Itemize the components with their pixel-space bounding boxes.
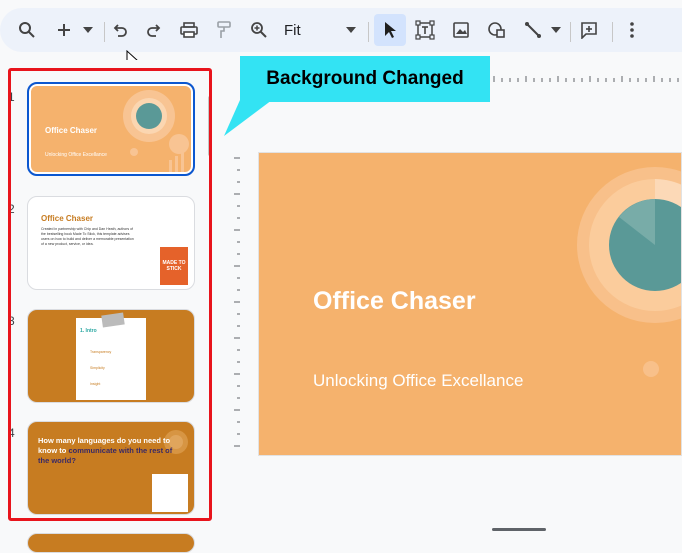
horizontal-ruler — [493, 76, 679, 82]
note-item: Transparency — [90, 350, 112, 354]
zoom-label: Fit — [284, 21, 301, 39]
toolbar-divider — [368, 22, 369, 42]
slide-thumbnail-5[interactable] — [27, 533, 195, 553]
line-dropdown-icon[interactable] — [548, 14, 564, 46]
line-icon[interactable] — [520, 14, 546, 46]
slide-number: 4 — [8, 426, 15, 440]
thumb-subtitle: Unlocking Office Excellance — [45, 152, 107, 158]
note-item: Insight — [90, 382, 101, 386]
thumb-note — [152, 474, 188, 512]
note-heading: 1. Intro — [80, 328, 97, 334]
shape-icon[interactable] — [484, 14, 510, 46]
slide-thumbnail-1[interactable]: Office Chaser Unlocking Office Excellanc… — [27, 82, 195, 176]
question-highlight: communicate with — [68, 446, 134, 455]
slide-thumbnail-2[interactable]: Office Chaser Created in partnership wit… — [27, 196, 195, 290]
slide-canvas[interactable]: Office Chaser Unlocking Office Excellanc… — [258, 152, 682, 456]
annotation-text: Background Changed — [266, 68, 464, 89]
more-icon[interactable] — [620, 14, 644, 46]
note-item: Simplicity — [90, 366, 105, 370]
print-icon[interactable] — [176, 14, 202, 46]
undo-icon[interactable] — [108, 14, 132, 46]
search-icon[interactable] — [14, 14, 40, 46]
filmstrip-scrollbar[interactable] — [208, 96, 212, 156]
toolbar: Fit — [0, 8, 682, 52]
toolbar-divider — [570, 22, 571, 42]
add-icon[interactable] — [52, 14, 76, 46]
vertical-ruler — [234, 157, 240, 447]
image-icon[interactable] — [448, 14, 474, 46]
book-image: MADE TO STICK — [160, 247, 188, 285]
paint-format-icon[interactable] — [212, 14, 236, 46]
toolbar-divider — [104, 22, 105, 42]
toolbar-divider — [612, 22, 613, 42]
slide-number: 3 — [8, 314, 15, 328]
zoom-dropdown-icon — [346, 27, 356, 33]
slide-number: 2 — [8, 202, 15, 216]
add-dropdown-icon[interactable] — [80, 14, 96, 46]
thumb-title: Office Chaser — [41, 214, 94, 223]
zoom-select[interactable]: Fit — [280, 14, 360, 46]
annotation-callout: Background Changed — [240, 56, 490, 102]
thumb-question: How many languages do you need to know t… — [38, 436, 178, 466]
slide-subtitle[interactable]: Unlocking Office Excellance — [313, 371, 523, 391]
text-box-icon[interactable] — [412, 14, 438, 46]
slide-number: 1 — [8, 90, 15, 104]
tape-image — [101, 312, 125, 328]
select-cursor-icon[interactable] — [374, 14, 406, 46]
resize-handle[interactable] — [492, 528, 546, 531]
zoom-icon[interactable] — [246, 14, 272, 46]
redo-icon[interactable] — [142, 14, 166, 46]
thumb-body: Created in partnership with Chip and Dan… — [41, 227, 134, 246]
slide-thumbnail-4[interactable]: How many languages do you need to know t… — [27, 421, 195, 515]
paper-note: 1. Intro Transparency Simplicity Insight — [76, 312, 146, 400]
thumb-title: Office Chaser — [45, 126, 98, 135]
slide-thumbnail-3[interactable]: 1. Intro Transparency Simplicity Insight — [27, 309, 195, 403]
add-comment-icon[interactable] — [576, 14, 602, 46]
callout-pointer — [224, 100, 272, 136]
book-title: MADE TO STICK — [162, 260, 186, 272]
slide-title[interactable]: Office Chaser — [313, 287, 476, 316]
